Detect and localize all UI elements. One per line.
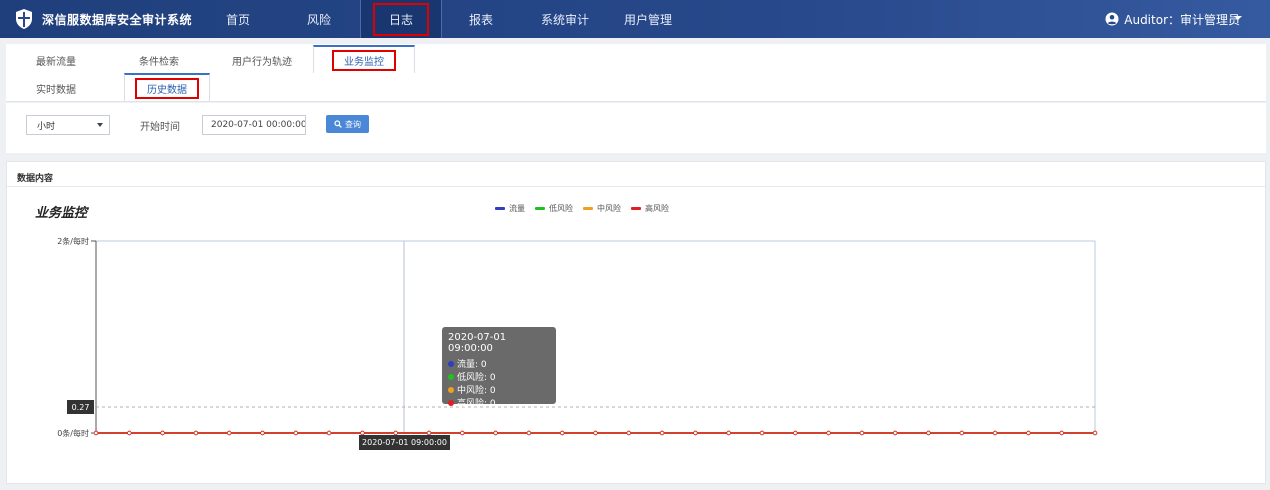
crosshair-y-label: 0.27 [67, 400, 94, 414]
data-point-3-24 [893, 430, 898, 436]
tab-condition-search[interactable]: 条件检索 [118, 46, 200, 74]
select-arrow-icon [97, 123, 103, 127]
granularity-value: 小时 [37, 121, 56, 132]
tab-latest-traffic[interactable]: 最新流量 [18, 46, 94, 74]
start-time-label: 开始时间 [140, 122, 180, 133]
tooltip-text-high-risk: 高风险: 0 [457, 399, 496, 409]
app-title: 深信服数据库安全审计系统 [42, 12, 193, 27]
data-point-3-14 [560, 430, 565, 436]
data-point-3-13 [526, 430, 532, 436]
data-point-3-19 [726, 430, 731, 436]
shield-logo-icon [16, 9, 32, 29]
data-point-3-2 [160, 430, 165, 436]
chevron-down-icon[interactable] [1234, 16, 1242, 20]
nav-system-audit[interactable]: 系统审计 [535, 0, 595, 38]
data-point-3-11 [460, 430, 465, 436]
tooltip-dot-high-risk [448, 399, 454, 406]
data-point-3-22 [826, 430, 831, 436]
nav-home[interactable]: 首页 [215, 0, 261, 38]
data-point-3-20 [759, 430, 765, 436]
tooltip-time: 2020-07-01 09:00:00 [448, 332, 507, 354]
tab-business-monitor[interactable]: 业务监控 [313, 45, 415, 73]
tab-history-data-label: 历史数据 [135, 77, 199, 99]
data-point-3-29 [1059, 430, 1064, 436]
brand[interactable]: 深信服数据库安全审计系统 [14, 0, 192, 38]
y-tick-label-min: 0条/每时 [57, 428, 89, 438]
data-point-3-23 [859, 430, 865, 436]
nav-log-label: 日志 [372, 2, 429, 36]
filter-panel: 小时 开始时间 查询 [6, 103, 1266, 153]
granularity-select[interactable]: 小时 [26, 115, 110, 135]
data-point-3-28 [1026, 430, 1031, 436]
chart-tooltip: 2020-07-01 09:00:00 流量: 0 低风险: 0 中风险: 0 … [442, 327, 556, 409]
search-button[interactable]: 查询 [326, 115, 369, 133]
data-point-3-30 [1092, 430, 1098, 436]
tooltip-text-low-risk: 低风险: 0 [457, 373, 496, 383]
user-label: Auditor：审计管理员 [1124, 12, 1240, 27]
tab-panel: 最新流量 条件检索 用户行为轨迹 业务监控 实时数据 历史数据 [6, 44, 1266, 102]
data-point-3-15 [593, 430, 598, 436]
user-menu[interactable]: Auditor：审计管理员 [1105, 0, 1240, 38]
tooltip-row-low-risk: 低风险: 0 [448, 370, 550, 383]
data-point-3-4 [226, 430, 232, 436]
tooltip-row-traffic: 流量: 0 [448, 357, 550, 370]
tab-realtime-data[interactable]: 实时数据 [18, 74, 94, 102]
tooltip-row-high-risk: 高风险: 0 [448, 396, 550, 409]
nav-log[interactable]: 日志 [360, 0, 442, 38]
crosshair-x-label: 2020-07-01 09:00:00 [359, 435, 450, 450]
data-point-3-16 [626, 430, 631, 436]
series-layer [93, 430, 1098, 436]
data-point-3-21 [793, 430, 798, 436]
data-point-3-17 [659, 430, 665, 436]
data-point-3-27 [992, 430, 998, 436]
search-button-label: 查询 [345, 119, 361, 129]
nav-risk[interactable]: 风险 [296, 0, 342, 38]
nav-user-management[interactable]: 用户管理 [617, 0, 679, 38]
tooltip-row-mid-risk: 中风险: 0 [448, 383, 550, 396]
data-point-3-3 [193, 430, 199, 436]
tooltip-text-mid-risk: 中风险: 0 [457, 386, 496, 396]
tab-business-monitor-label: 业务监控 [332, 49, 396, 71]
line-chart[interactable]: 2条/每时 0条/每时 [7, 162, 1265, 483]
data-point-3-18 [693, 430, 698, 436]
data-point-3-26 [959, 430, 964, 436]
data-point-3-7 [326, 430, 332, 436]
nav-report[interactable]: 报表 [458, 0, 504, 38]
data-point-3-12 [493, 430, 498, 436]
top-nav-bar: 深信服数据库安全审计系统 首页 风险 日志 报表 系统审计 用户管理 Audit… [0, 0, 1270, 38]
data-content-panel: 数据内容 业务监控 流量 低风险 中风险 高风险 2条/每时 0条/每时 0.2… [6, 161, 1266, 484]
data-point-3-5 [260, 430, 265, 436]
data-point-3-1 [127, 430, 132, 436]
tab-user-behavior-trace[interactable]: 用户行为轨迹 [216, 46, 308, 74]
search-icon [334, 120, 342, 128]
user-circle-icon [1105, 12, 1119, 26]
data-point-3-0 [93, 430, 99, 436]
tooltip-dot-low-risk [448, 373, 454, 380]
data-point-3-25 [926, 430, 931, 436]
tooltip-dot-mid-risk [448, 386, 454, 393]
start-time-input[interactable] [202, 115, 306, 135]
y-tick-label-max: 2条/每时 [57, 236, 89, 246]
tooltip-text-traffic: 流量: 0 [457, 360, 487, 370]
tab-history-data[interactable]: 历史数据 [124, 73, 210, 101]
data-point-3-6 [293, 430, 298, 436]
plot-area-border [95, 240, 1096, 434]
tooltip-dot-traffic [448, 360, 454, 367]
